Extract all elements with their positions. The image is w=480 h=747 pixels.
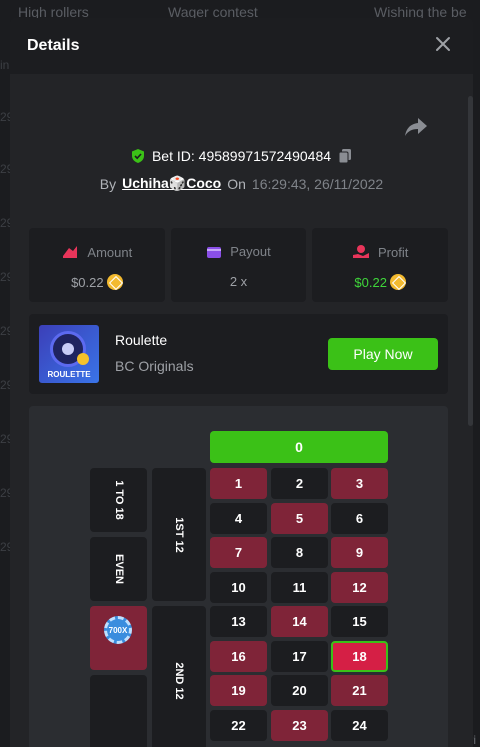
shield-check-icon xyxy=(131,149,144,163)
bet-id: Bet ID: 49589971572490484 xyxy=(151,148,332,164)
stat-amount-value: $0.22 xyxy=(71,274,104,290)
close-icon[interactable] xyxy=(433,34,453,54)
cell-number-8: 8 xyxy=(271,537,328,568)
stat-profit-value: $0.22 xyxy=(354,274,387,290)
cell-number-18: 18 xyxy=(331,640,388,672)
cell-number-3: 3 xyxy=(331,468,388,499)
bet-timestamp: 16:29:43, 26/11/2022 xyxy=(251,175,384,192)
share-icon[interactable] xyxy=(404,116,428,138)
game-provider: BC Originals xyxy=(115,358,194,374)
cell-number-1: 1 xyxy=(210,468,267,499)
stat-payout: Payout 2 x xyxy=(170,228,307,302)
scrollbar[interactable] xyxy=(468,96,473,426)
play-now-button[interactable]: Play Now xyxy=(328,338,438,370)
cell-number-16: 16 xyxy=(210,640,267,672)
cell-number-2: 2 xyxy=(271,468,328,499)
outside-1-to-18: 1 TO 18 xyxy=(90,468,147,532)
dozen-1st-12: 1ST 12 xyxy=(152,468,206,601)
dozen-label: 2ND 12 xyxy=(173,661,185,700)
cell-number-11: 11 xyxy=(271,571,328,603)
chip-label: 700X xyxy=(108,625,128,635)
cell-number-9: 9 xyxy=(331,537,388,568)
thumbnail-label: ROULETTE xyxy=(47,370,91,379)
bg-fragment: in xyxy=(0,58,10,72)
bet-stats: Amount $0.22 Payout 2 x Profit $0.22 xyxy=(29,228,449,302)
cell-number-19: 19 xyxy=(210,675,267,706)
cell-number-14: 14 xyxy=(271,606,328,637)
outside-empty-slot xyxy=(90,675,147,747)
stat-amount: Amount $0.22 xyxy=(29,228,165,302)
by-label: By xyxy=(99,175,117,192)
stat-payout-label: Payout xyxy=(230,244,271,259)
cell-zero: 0 xyxy=(210,431,388,463)
bet-details-modal: Details Bet ID: 49589971572490484 By Uch… xyxy=(10,18,473,747)
cell-number-15: 15 xyxy=(331,606,388,637)
stat-payout-value: 2 x xyxy=(229,274,248,289)
cell-number-7: 7 xyxy=(210,537,267,568)
money-icon xyxy=(63,246,78,258)
roulette-board: 0 1 TO 18 EVEN 700X 1ST 12 2ND 12 123456… xyxy=(29,406,448,747)
outside-even: EVEN xyxy=(90,537,147,601)
game-card: ROULETTE Roulette BC Originals Play Now xyxy=(29,314,448,394)
cell-number-4: 4 xyxy=(210,502,267,534)
roulette-thumbnail[interactable]: ROULETTE xyxy=(39,325,99,383)
chip-icon: 700X xyxy=(104,616,132,644)
cell-number-12: 12 xyxy=(331,571,388,603)
outside-bet-slot: 700X xyxy=(90,606,147,670)
stat-profit: Profit $0.22 xyxy=(312,228,449,302)
cell-number-24: 24 xyxy=(331,709,388,741)
wallet-icon xyxy=(207,246,222,258)
dozen-2nd-12: 2ND 12 xyxy=(152,606,206,747)
on-label: On xyxy=(227,175,246,192)
cell-number-20: 20 xyxy=(271,675,328,706)
modal-title: Details xyxy=(27,37,80,54)
outside-label: 1 TO 18 xyxy=(112,480,125,520)
cell-number-17: 17 xyxy=(271,640,328,672)
hand-coin-icon xyxy=(353,245,369,258)
copy-icon[interactable] xyxy=(337,148,353,164)
cell-number-21: 21 xyxy=(331,675,388,706)
cell-number-5: 5 xyxy=(271,502,328,534)
stat-amount-label: Amount xyxy=(87,244,133,260)
bnb-coin-icon xyxy=(389,274,406,290)
cell-number-10: 10 xyxy=(210,571,267,603)
outside-label: EVEN xyxy=(112,554,125,584)
bet-id-row: Bet ID: 49589971572490484 xyxy=(10,148,473,164)
cell-number-22: 22 xyxy=(210,709,267,741)
dozen-label: 1ST 12 xyxy=(173,516,185,553)
roulette-ball-icon xyxy=(77,353,89,365)
cell-number-6: 6 xyxy=(331,502,388,534)
bnb-coin-icon xyxy=(106,274,123,290)
stat-profit-label: Profit xyxy=(378,244,409,260)
user-link[interactable]: Uchiha🎲Coco xyxy=(122,175,221,192)
modal-header: Details xyxy=(10,18,473,74)
bet-meta-row: By Uchiha🎲Coco On 16:29:43, 26/11/2022 xyxy=(10,175,473,192)
game-name: Roulette xyxy=(115,332,168,348)
cell-number-13: 13 xyxy=(210,606,267,637)
cell-number-23: 23 xyxy=(271,709,328,741)
